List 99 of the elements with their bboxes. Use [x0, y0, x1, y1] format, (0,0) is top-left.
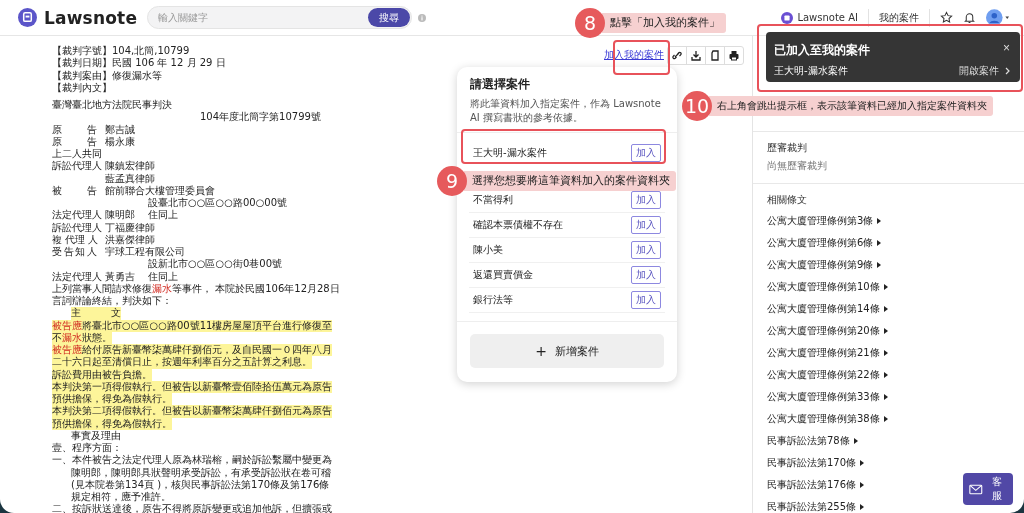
judgment-line: (見本院卷第134頁 )，核與民事訴訟法第170條及第176條 [71, 478, 330, 491]
avatar-icon[interactable] [986, 9, 1010, 26]
law-link[interactable]: 公寓大廈管理條例第38條 [767, 412, 880, 426]
step-number-badge: 10 [682, 91, 712, 121]
judgment-line: 臺灣臺北地方法院民事判決 [52, 99, 172, 112]
judgment-line: 設臺北市○○區○○路00○00號 [148, 197, 288, 210]
judgment-line: 【裁判日期】民國 106 年 12 月 29 日 [52, 57, 226, 70]
case-name: 陳小美 [473, 243, 503, 257]
open-case-link[interactable]: 開啟案件 [959, 64, 1010, 78]
logo-text: Lawsnote [44, 7, 138, 28]
toast-title: 已加入至我的案件 [774, 43, 870, 58]
judgment-line: 上列當事人間請求修復漏水等事件， 本院於民國106年12月28日 [52, 282, 340, 295]
empty-text: 尚無歷審裁判 [767, 159, 828, 173]
caret-icon[interactable] [883, 416, 888, 422]
party-line: 受告知人 宇球工程有限公司 [52, 246, 185, 258]
add-case-button[interactable]: 加入 [631, 191, 661, 209]
caret-icon[interactable] [883, 372, 888, 378]
annotation-label: 選擇您想要將這筆資料加入的案件資料夾 [464, 171, 676, 191]
law-link[interactable]: 公寓大廈管理條例第21條 [767, 346, 880, 360]
my-cases-link[interactable]: 我的案件 [879, 10, 919, 25]
law-link[interactable]: 公寓大廈管理條例第9條 [767, 258, 874, 272]
caret-icon[interactable] [877, 218, 882, 224]
party-line: 訴訟代理人 陳鎮宏律師 [52, 160, 155, 173]
step-number-badge: 8 [575, 8, 605, 38]
caret-icon[interactable] [883, 394, 888, 400]
section-title: 相關條文 [767, 193, 808, 207]
add-case-button[interactable]: 加入 [631, 241, 661, 259]
caret-icon[interactable] [853, 438, 858, 444]
case-name: 王大明-漏水案件 [473, 146, 547, 160]
judgment-line: 言詞辯論終結，判決如下： [52, 295, 172, 308]
popover-title: 請選擇案件 [469, 76, 531, 92]
law-link[interactable]: 公寓大廈管理條例第33條 [767, 390, 880, 404]
judgment-line: 一、本件被告之法定代理人原為林瑞榕，嗣於訴訟繫屬中變更為 [52, 454, 332, 467]
party-line: 原告 鄭吉誠 [52, 123, 136, 136]
law-link[interactable]: 民事訴訟法第176條 [767, 478, 857, 492]
law-link[interactable]: 公寓大廈管理條例第20條 [767, 324, 880, 338]
add-case-button[interactable]: 加入 [631, 144, 661, 162]
toast-case-name: 王大明-漏水案件 [774, 63, 848, 78]
star-icon[interactable] [940, 11, 953, 24]
law-link[interactable]: 民事訴訟法第255條 [767, 500, 857, 513]
law-link[interactable]: 公寓大廈管理條例第22條 [767, 368, 880, 382]
law-link[interactable]: 民事訴訟法第78條 [767, 434, 850, 448]
judgment-line: 上二人共同 [52, 148, 102, 161]
add-case-button[interactable]: 加入 [631, 266, 661, 284]
section-title: 歷審裁判 [767, 141, 808, 155]
party-line: 複 代理 人 洪嘉傑律師 [52, 233, 155, 246]
ai-link[interactable]: Lawsnote AI [781, 11, 858, 24]
law-link[interactable]: 民事訴訟法第170條 [767, 456, 857, 470]
judgment-line: 【裁判案由】修復漏水等 [52, 69, 162, 82]
logo-icon [18, 8, 37, 27]
party-line: 原告 楊永康 [52, 135, 136, 148]
law-link[interactable]: 公寓大廈管理條例第6條 [767, 236, 874, 250]
popover-description: 將此筆資料加入指定案件，作為 Lawsnote AI 撰寫書狀的參考依據。 [469, 97, 662, 125]
envelope-icon[interactable] [969, 483, 983, 495]
add-case-button[interactable]: 加入 [631, 216, 661, 234]
search-field[interactable]: 輸入關鍵字 搜尋 [147, 6, 413, 29]
case-name: 銀行法等 [473, 293, 513, 307]
judgment-line: 陳明郎，陳明郎具狀聲明承受訴訟，有承受訴訟狀在卷可稽 [71, 466, 331, 479]
case-name: 不當得利 [473, 193, 513, 207]
law-link[interactable]: 公寓大廈管理條例第3條 [767, 214, 874, 228]
highlight-frame [613, 40, 670, 75]
step-number-badge: 9 [437, 166, 467, 196]
party-line: 法定代理人 陳明郎 住同上 [52, 209, 178, 222]
annotation-label: 右上角會跳出提示框，表示該筆資料已經加入指定案件資料夾 [709, 96, 993, 116]
judgment-line: 104年度北簡字第10799號 [200, 111, 321, 124]
caret-icon[interactable] [883, 306, 888, 312]
ai-icon[interactable] [781, 11, 794, 24]
search-button[interactable]: 搜尋 [368, 8, 411, 27]
case-name: 返還買賣價金 [473, 268, 533, 282]
annotation-label: 點擊「加入我的案件」 [602, 13, 726, 33]
case-name: 確認本票債權不存在 [473, 218, 563, 232]
caret-icon[interactable] [877, 262, 882, 268]
party-line: 藍孟真律師 [104, 172, 155, 185]
caret-icon[interactable] [877, 240, 882, 246]
caret-icon[interactable] [860, 460, 865, 466]
judgment-line: 壹、程序方面： [52, 442, 122, 454]
close-button[interactable]: × [1003, 42, 1010, 54]
party-line: 被告 館前聯合大樓管理委員會 [52, 184, 215, 197]
caret-icon[interactable] [883, 284, 888, 290]
bell-icon[interactable] [963, 11, 976, 24]
caret-icon[interactable] [883, 328, 888, 334]
judgment-line: 設新北市○○區○○街0巷00號 [148, 258, 282, 271]
new-case-button[interactable]: + 新增案件 [470, 334, 664, 368]
judgment-line: 規定相符，應予准許。 [71, 491, 171, 503]
judgment-line: 事實及理由 [71, 429, 121, 442]
party-line: 訴訟代理人 丁福慶律師 [52, 221, 155, 234]
judgment-line: 【裁判字號】104,北簡,10799 [52, 45, 190, 57]
judgment-line: 【裁判內文】 [52, 81, 112, 94]
add-to-my-cases-link[interactable]: 加入我的案件 [604, 48, 664, 62]
law-link[interactable]: 公寓大廈管理條例第14條 [767, 302, 880, 316]
judgment-line: 二、按訴狀送達後，原告不得將原訴變更或追加他訴，但擴張或 [52, 503, 332, 513]
caret-icon[interactable] [860, 504, 865, 510]
caret-icon[interactable] [860, 482, 865, 488]
caret-icon[interactable] [883, 350, 888, 356]
add-case-button[interactable]: 加入 [631, 291, 661, 309]
party-line: 法定代理人 黃勇吉 住同上 [52, 270, 178, 283]
law-link[interactable]: 公寓大廈管理條例第10條 [767, 280, 880, 294]
chevron-icon[interactable] [1005, 67, 1010, 75]
support-button[interactable]: 客服 [963, 473, 1013, 505]
